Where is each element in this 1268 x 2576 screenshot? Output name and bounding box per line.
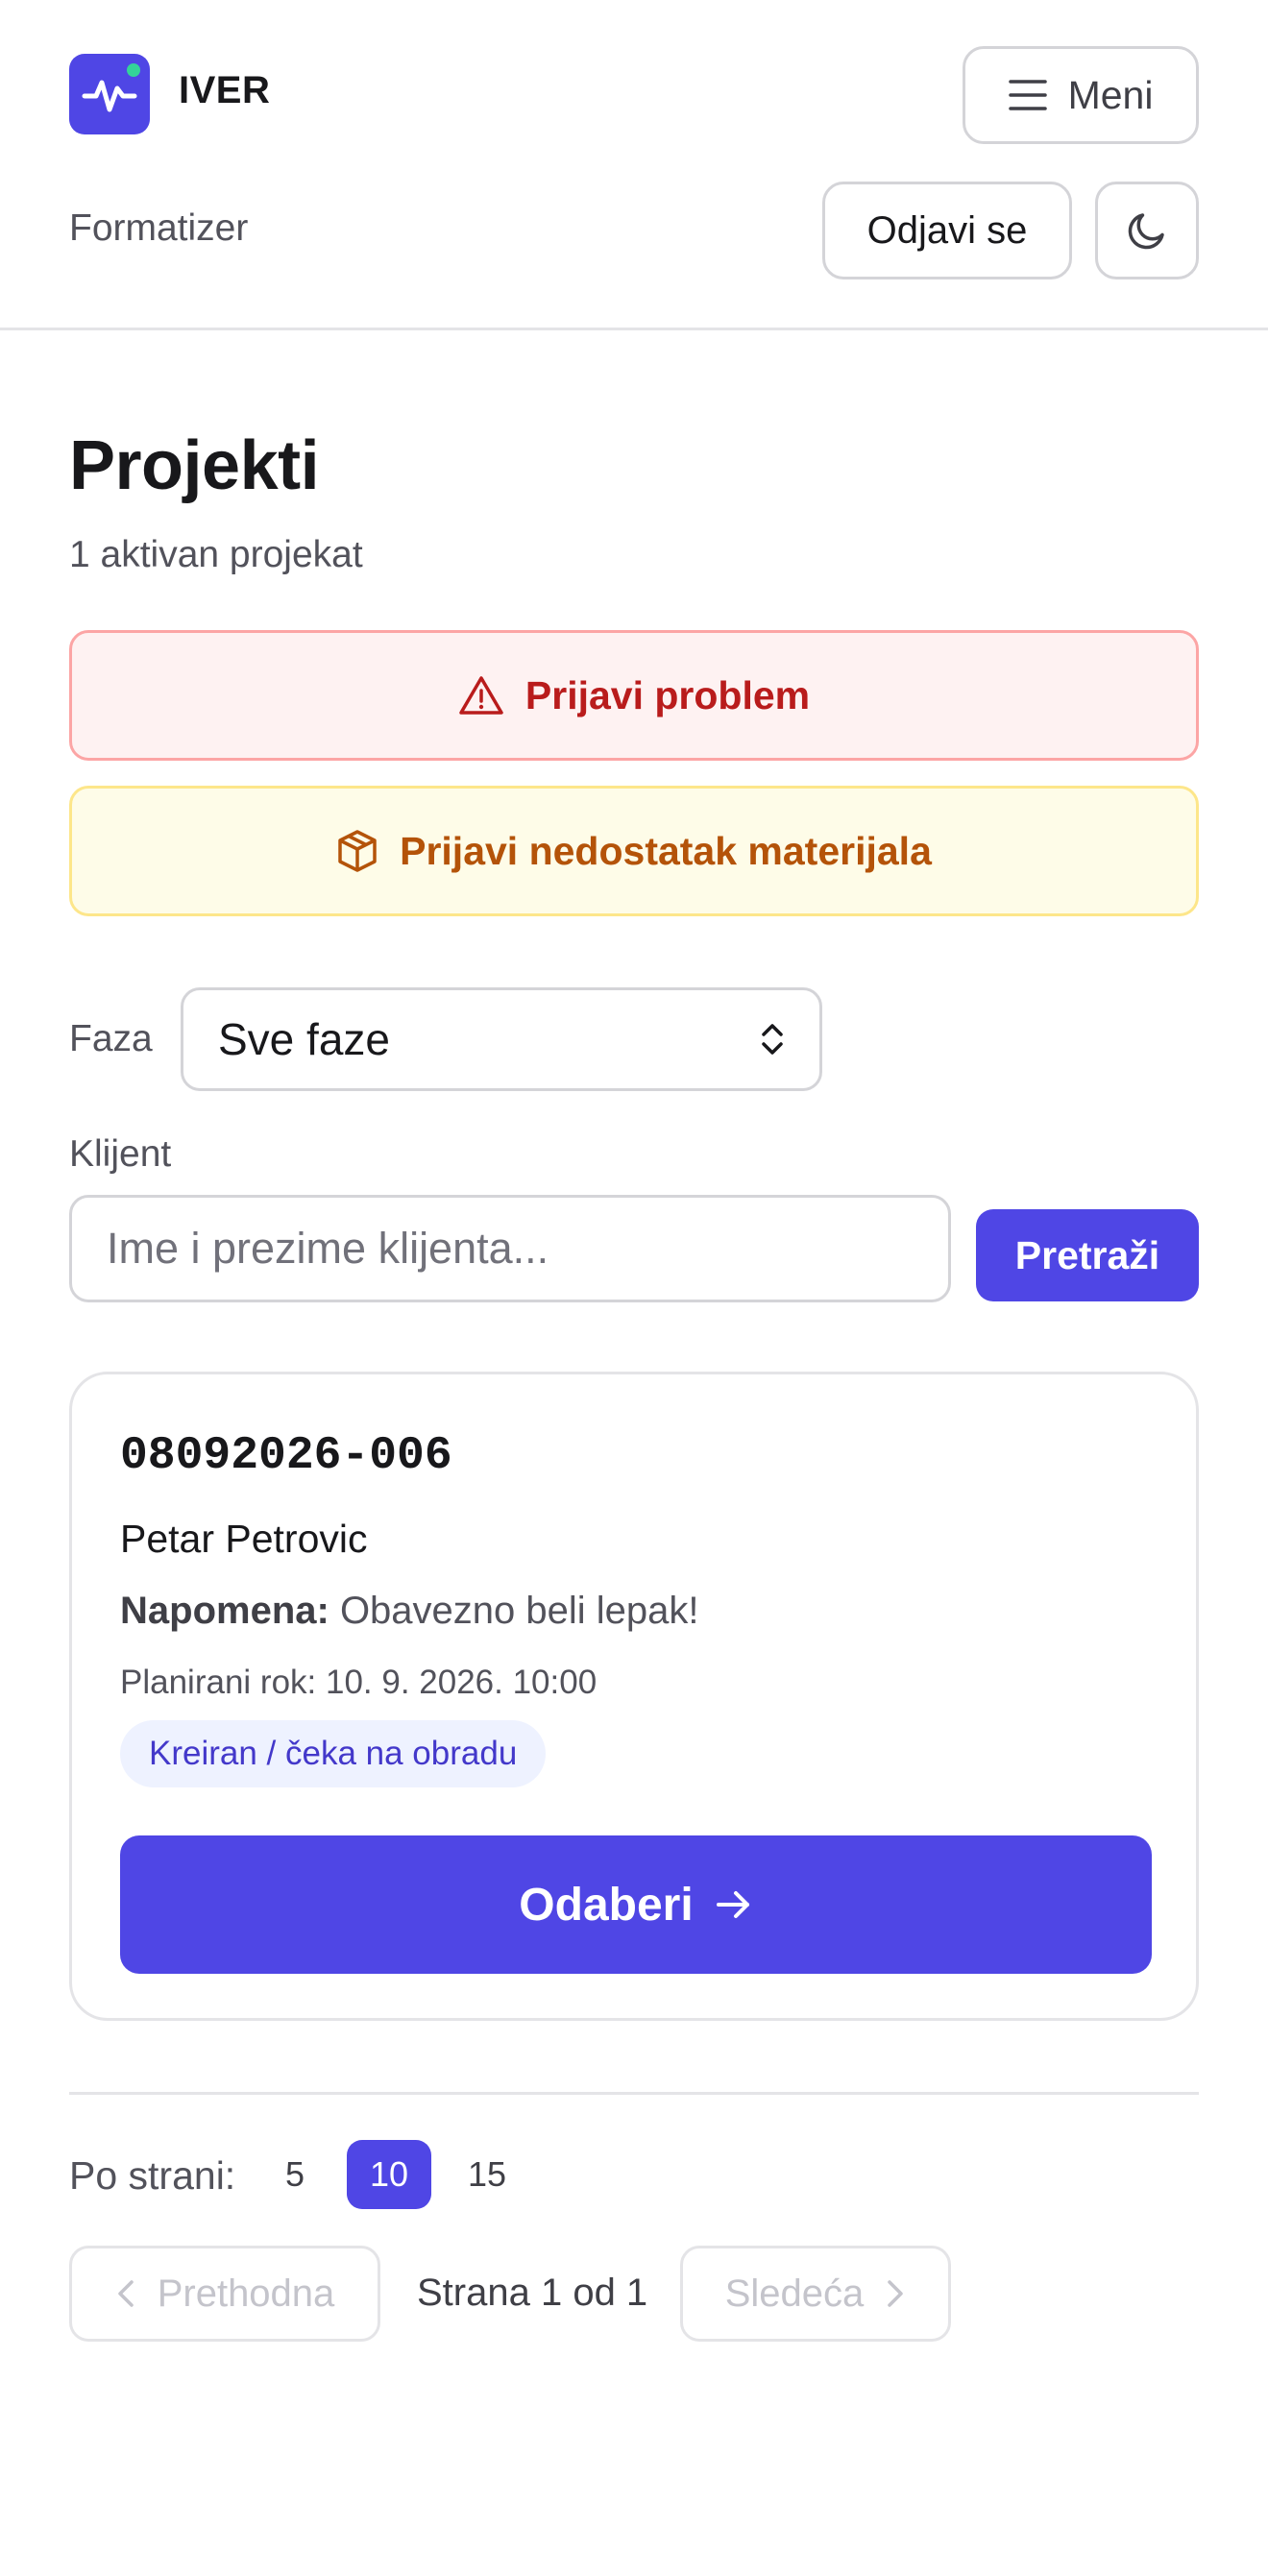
select-project-label: Odaberi	[519, 1879, 694, 1931]
page-info: Strana 1 od 1	[417, 2272, 648, 2314]
project-client: Petar Petrovic	[120, 1517, 368, 1561]
project-note-label: Napomena:	[120, 1590, 329, 1632]
phase-filter-label: Faza	[69, 1018, 153, 1059]
report-problem-button[interactable]: Prijavi problem	[69, 630, 1199, 761]
app-header: IVER Meni Formatizer Odjavi se	[0, 0, 1268, 330]
phase-select-value: Sve faze	[218, 1014, 390, 1064]
project-card: 08092026-006 Petar Petrovic Napomena: Ob…	[69, 1372, 1199, 2021]
project-note-text: Obavezno beli lepak!	[339, 1590, 699, 1632]
phase-select[interactable]: Sve faze	[181, 987, 822, 1091]
project-deadline: Planirani rok: 10. 9. 2026. 10:00	[120, 1664, 597, 1701]
hamburger-icon	[1008, 80, 1047, 110]
project-code: 08092026-006	[120, 1430, 452, 1482]
prev-page-button[interactable]: Prethodna	[69, 2246, 380, 2342]
report-material-label: Prijavi nedostatak materijala	[400, 828, 932, 873]
search-button[interactable]: Pretraži	[976, 1209, 1199, 1301]
page-subtitle: 1 aktivan projekat	[69, 534, 363, 575]
warning-triangle-icon	[459, 676, 503, 715]
menu-button[interactable]: Meni	[963, 46, 1199, 144]
theme-toggle-button[interactable]	[1095, 182, 1199, 279]
report-material-button[interactable]: Prijavi nedostatak materijala	[69, 786, 1199, 916]
chevron-right-icon	[888, 2280, 904, 2307]
per-page-option-5[interactable]: 5	[253, 2140, 337, 2209]
project-note: Napomena: Obavezno beli lepak!	[120, 1590, 699, 1633]
next-page-label: Sledeća	[724, 2272, 865, 2315]
chevron-left-icon	[117, 2280, 134, 2307]
client-filter-label: Klijent	[69, 1133, 172, 1175]
brand-name: IVER	[179, 69, 271, 111]
arrow-right-icon	[716, 1891, 749, 1918]
per-page-option-10[interactable]: 10	[347, 2140, 431, 2209]
app-subtitle: Formatizer	[69, 207, 249, 249]
prev-page-label: Prethodna	[157, 2272, 335, 2315]
package-box-icon	[338, 830, 377, 872]
section-divider	[69, 2092, 1199, 2095]
logout-button[interactable]: Odjavi se	[822, 182, 1072, 279]
page-title: Projekti	[69, 427, 320, 504]
moon-icon	[1128, 213, 1164, 250]
logo-status-dot	[127, 63, 140, 77]
chevron-up-down-icon	[762, 1024, 783, 1055]
report-problem-label: Prijavi problem	[524, 672, 811, 717]
per-page-option-15[interactable]: 15	[445, 2140, 529, 2209]
client-search-input[interactable]	[69, 1195, 951, 1302]
select-project-button[interactable]: Odaberi	[120, 1835, 1152, 1974]
per-page-label: Po strani:	[69, 2153, 236, 2198]
status-badge: Kreiran / čeka na obradu	[120, 1720, 547, 1787]
app-logo[interactable]	[69, 54, 150, 134]
next-page-button[interactable]: Sledeća	[680, 2246, 951, 2342]
menu-label: Meni	[1067, 72, 1154, 117]
